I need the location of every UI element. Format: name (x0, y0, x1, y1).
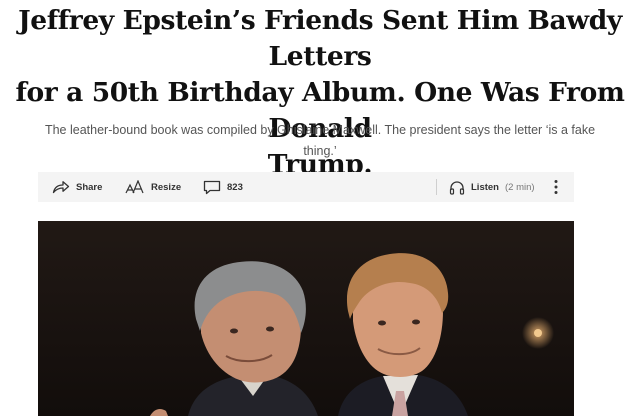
comment-count: 823 (227, 181, 243, 193)
dek-line-1: The leather-bound book was compiled by G… (44, 123, 596, 137)
article-photo (38, 221, 574, 416)
headphones-icon (449, 180, 465, 195)
article-dek: The leather-bound book was compiled by G… (30, 120, 610, 162)
resize-button[interactable]: Resize (125, 172, 181, 202)
more-options-button[interactable] (546, 172, 566, 202)
share-button[interactable]: Share (52, 172, 102, 202)
share-arrow-icon (52, 180, 70, 194)
font-resize-icon (125, 180, 145, 194)
listen-duration: (2 min) (504, 181, 535, 193)
listen-button[interactable]: Listen (2 min) (449, 172, 535, 202)
speech-bubble-icon (203, 180, 221, 195)
toolbar-divider (436, 179, 437, 195)
headline-line-1: Jeffrey Epstein’s Friends Sent Him Bawdy… (18, 5, 622, 72)
dek-line-2: thing.’ (303, 144, 337, 158)
resize-label: Resize (151, 181, 182, 193)
share-label: Share (76, 181, 103, 193)
comments-button[interactable]: 823 (203, 172, 243, 202)
vertical-ellipsis-icon (553, 179, 559, 195)
article-toolbar: Share Resize 823 Listen (2 min) (38, 172, 574, 202)
listen-label: Listen (471, 181, 499, 193)
